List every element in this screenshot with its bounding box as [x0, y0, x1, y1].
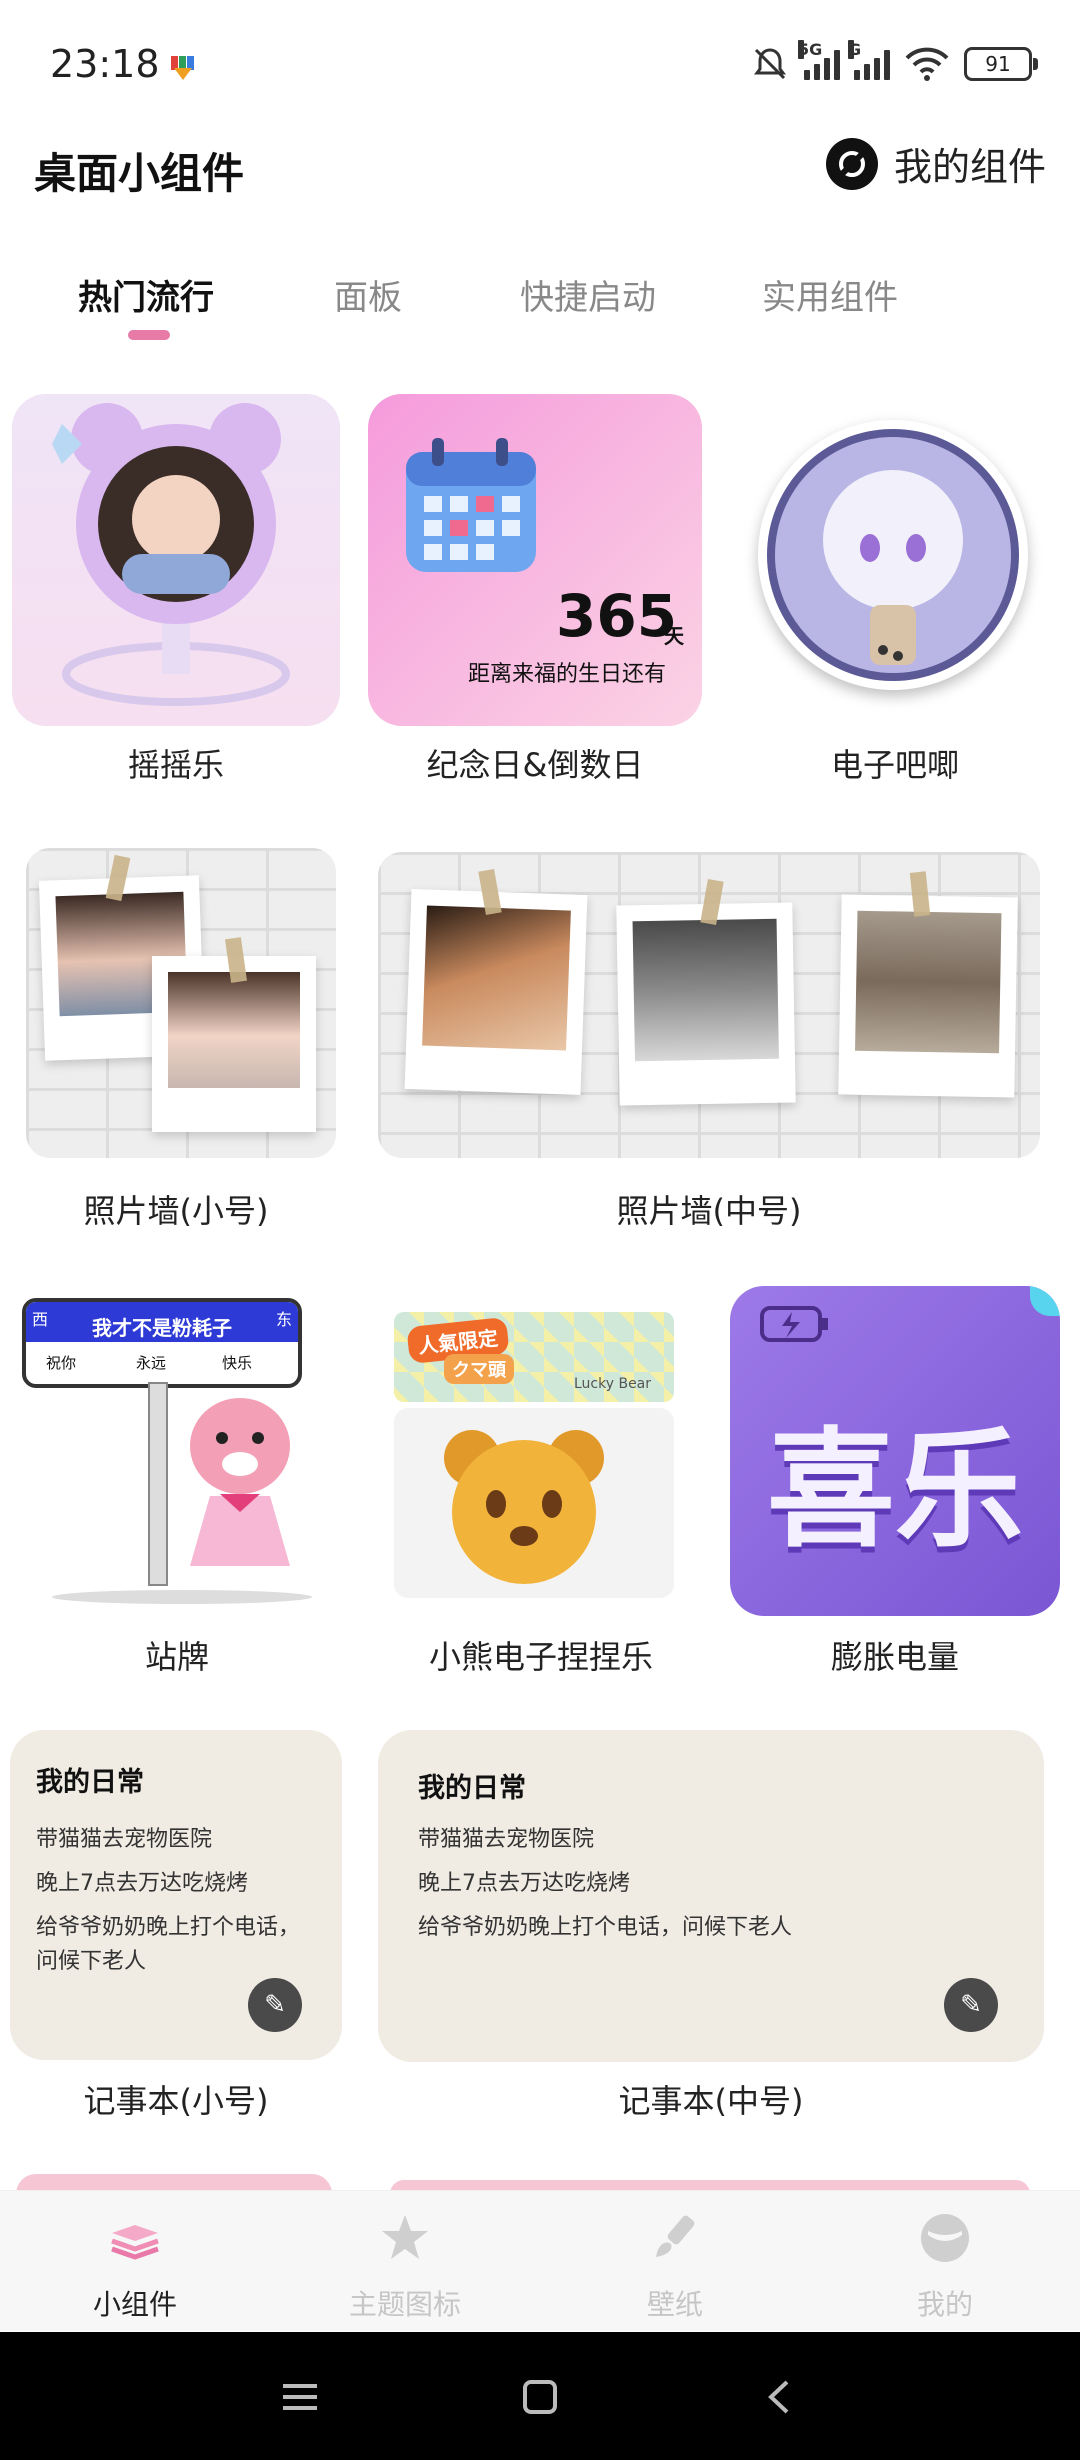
- nav-widgets[interactable]: 小组件: [35, 2211, 235, 2323]
- layers-icon: [111, 2225, 159, 2260]
- my-widgets-button[interactable]: 我的组件: [825, 136, 1046, 191]
- badge-preview: [767, 429, 1019, 681]
- widget-bear-squeeze[interactable]: 人氣限定 クマ頭 Lucky Bear: [384, 1300, 698, 1610]
- notebook-line: 带猫猫去宠物医院: [36, 1827, 213, 1852]
- label-badge: 电子吧唧: [830, 746, 959, 784]
- nav-wallpaper[interactable]: 壁纸: [575, 2211, 775, 2323]
- edit-pencil-icon[interactable]: ✎: [248, 1978, 302, 2032]
- home-icon[interactable]: [515, 2372, 565, 2422]
- battery-widget-text: 喜乐: [766, 1416, 1023, 1565]
- bear-bun-icon: [444, 1430, 604, 1584]
- station-sign-word: 永远: [136, 1354, 167, 1372]
- widget-photo-wall-small[interactable]: [26, 848, 336, 1158]
- tab-utility[interactable]: 实用组件: [762, 270, 898, 319]
- station-sign-name: 我才不是粉耗子: [92, 1316, 232, 1340]
- photo-frame: [838, 894, 1018, 1098]
- notebook-title: 我的日常: [36, 1760, 176, 1799]
- photo-frame: [616, 902, 796, 1106]
- cell-signal-5g-icon: 5G: [798, 40, 840, 80]
- station-sign-word: 快乐: [222, 1354, 253, 1372]
- label-anniversary: 纪念日&倒数日: [426, 746, 644, 784]
- widget-battery[interactable]: 喜乐: [730, 1286, 1060, 1616]
- nav-theme-icons[interactable]: 主题图标: [305, 2211, 505, 2323]
- pink-beaver-icon: [190, 1398, 290, 1566]
- yaoyaole-preview: [52, 403, 290, 706]
- label-yaoyaole: 摇摇乐: [127, 746, 224, 784]
- tab-quick-launch[interactable]: 快捷启动: [520, 270, 656, 319]
- category-tabs: 热门流行 面板 快捷启动 实用组件: [0, 270, 1080, 350]
- label-photo-wall-small: 照片墙(小号): [83, 1192, 269, 1230]
- bottom-navigation: 小组件 主题图标 壁纸 我的: [0, 2190, 1080, 2331]
- nav-label: 小组件: [92, 2288, 177, 2321]
- notebook-line: 给爷爷奶奶晚上打个电话，问候下老人: [418, 1915, 793, 1940]
- widget-anniversary[interactable]: 365 天 距离来福的生日还有: [368, 394, 702, 726]
- anniversary-caption: 距离来福的生日还有: [468, 662, 667, 687]
- label-station-sign: 站牌: [144, 1638, 209, 1676]
- photo-frame: [404, 888, 588, 1096]
- shadow: [52, 1590, 312, 1604]
- notebook-line: 晚上7点去万达吃烧烤: [36, 1871, 248, 1896]
- widget-photo-wall-medium[interactable]: [378, 852, 1040, 1158]
- anniversary-unit: 天: [664, 624, 684, 648]
- nav-label: 壁纸: [646, 2288, 703, 2321]
- tab-panel[interactable]: 面板: [334, 270, 402, 319]
- tab-hot[interactable]: 热门流行: [78, 270, 214, 319]
- station-sign-pole: [148, 1382, 168, 1586]
- tape: [909, 871, 931, 917]
- bear-brand: Lucky Bear: [574, 1376, 652, 1392]
- calendar-icon: [406, 438, 536, 572]
- page-title: 桌面小组件: [34, 149, 245, 198]
- notebook-line: 给爷爷奶奶晚上打个电话，: [36, 1915, 301, 1940]
- my-widgets-label: 我的组件: [893, 145, 1046, 189]
- label-bear-squeeze: 小熊电子捏捏乐: [428, 1638, 653, 1676]
- label-photo-wall-medium: 照片墙(中号): [616, 1192, 802, 1230]
- status-time: 23:18: [50, 42, 160, 86]
- mute-bell-icon: [754, 48, 786, 80]
- star-icon: [382, 2215, 428, 2259]
- station-sign-board: 西 东 我才不是粉耗子 祝你 永远 快乐: [22, 1298, 302, 1388]
- label-notebook-medium: 记事本(中号): [618, 2082, 804, 2120]
- widget-station-sign[interactable]: 西 东 我才不是粉耗子 祝你 永远 快乐: [12, 1290, 342, 1620]
- widget-badge[interactable]: [758, 420, 1028, 690]
- wifi-icon: [905, 47, 949, 81]
- nav-me[interactable]: 我的: [845, 2211, 1045, 2323]
- system-navigation-bar: [0, 2332, 1080, 2460]
- nav-label: 我的: [916, 2288, 973, 2321]
- battery-icon: [760, 1306, 828, 1342]
- menu-icon[interactable]: [275, 2372, 325, 2422]
- app-notification-icon: [171, 56, 194, 80]
- notebook-line: 带猫猫去宠物医院: [418, 1827, 595, 1852]
- station-sign-word: 祝你: [46, 1354, 77, 1372]
- notebook-line: 晚上7点去万达吃烧烤: [418, 1871, 630, 1896]
- notebook-line: 问候下老人: [36, 1949, 147, 1974]
- status-icons: 5G G 91: [750, 40, 1038, 84]
- back-icon[interactable]: [755, 2372, 805, 2422]
- widget-yaoyaole[interactable]: [12, 394, 340, 726]
- anniversary-days: 365: [556, 582, 678, 650]
- notebook-title: 我的日常: [418, 1766, 558, 1805]
- bear-tag2: クマ頭: [444, 1354, 514, 1384]
- cell-signal-g-icon: G: [848, 40, 890, 80]
- nav-label: 主题图标: [348, 2288, 461, 2321]
- battery-corner-accent: [1030, 1286, 1060, 1316]
- widget-notebook-medium[interactable]: 我的日常 带猫猫去宠物医院 晚上7点去万达吃烧烤 给爷爷奶奶晚上打个电话，问候下…: [378, 1730, 1044, 2062]
- aperture-icon: [825, 137, 878, 190]
- edit-pencil-icon[interactable]: ✎: [944, 1978, 998, 2032]
- profile-icon: [921, 2214, 969, 2262]
- label-notebook-small: 记事本(小号): [83, 2082, 269, 2120]
- tab-active-indicator: [128, 330, 170, 340]
- battery-indicator: 91: [964, 47, 1038, 81]
- label-battery: 膨胀电量: [830, 1638, 959, 1676]
- brush-icon: [656, 2215, 695, 2257]
- widget-notebook-small[interactable]: 我的日常 带猫猫去宠物医院 晚上7点去万达吃烧烤 给爷爷奶奶晚上打个电话， 问候…: [10, 1730, 342, 2060]
